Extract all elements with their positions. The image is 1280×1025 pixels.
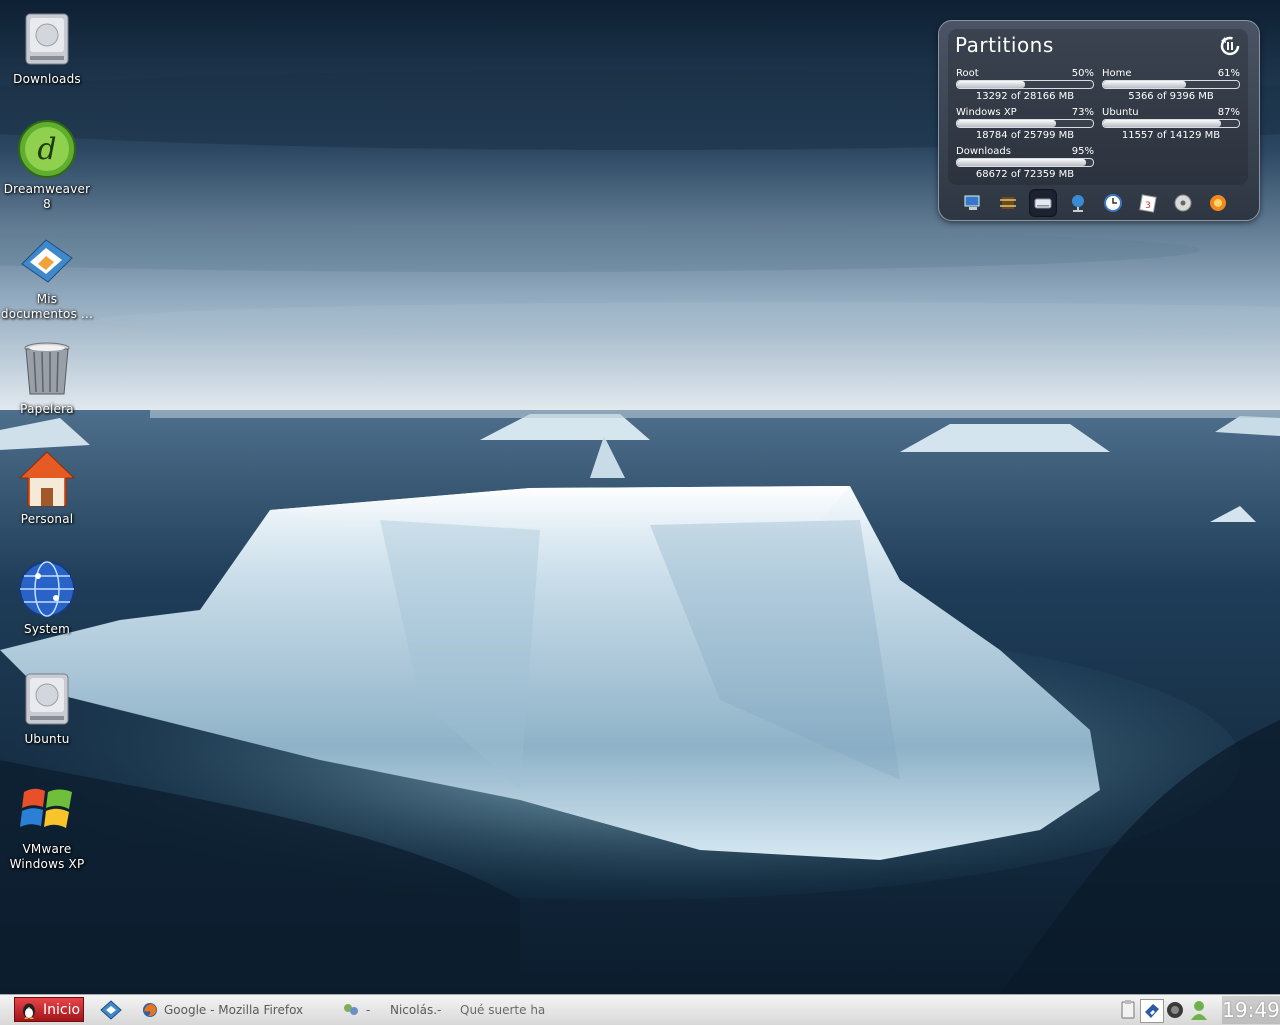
chat-icon	[344, 1004, 358, 1015]
partitions-widget[interactable]: Partitions Root 50% 13292 of 28166 MB Hom…	[938, 20, 1260, 221]
partition-sizes: 18784 of 25799 MB	[975, 130, 1075, 141]
partition-name: Root	[956, 68, 979, 79]
partition-percent: 73%	[1071, 107, 1094, 118]
partition-sizes: 13292 of 28166 MB	[975, 91, 1075, 102]
dock-weather-button[interactable]	[1204, 189, 1232, 217]
taskbar-task-label: Nicolás.-	[390, 1003, 442, 1017]
taskbar: Inicio Google - Mozilla Firefox - Nicolá…	[0, 994, 1280, 1025]
partition-usage-bar	[956, 80, 1094, 89]
taskbar-task-que-suerte[interactable]: Qué suerte ha	[460, 999, 545, 1021]
partition-percent: 95%	[1071, 146, 1094, 157]
svg-text:d: d	[37, 132, 56, 167]
firefox-icon	[143, 1003, 157, 1017]
partition-sizes: 68672 of 72359 MB	[975, 169, 1075, 180]
desktop-icon-ubuntu[interactable]: Ubuntu	[0, 664, 94, 747]
partition-sizes: 11557 of 14129 MB	[1121, 130, 1221, 141]
clipboard-icon[interactable]	[1117, 999, 1139, 1021]
taskbar-task-label: Qué suerte ha	[460, 1003, 546, 1017]
globe-icon	[19, 561, 75, 617]
dock-disc-button[interactable]	[1169, 189, 1197, 217]
partition-usage-bar	[1102, 119, 1240, 128]
partition-windows-xp: Windows XP 73% 18784 of 25799 MB	[956, 107, 1094, 142]
svg-text:3: 3	[1145, 201, 1151, 211]
dock-calendar-button[interactable]: 3	[1134, 189, 1162, 217]
desktop-icon-label: System	[24, 622, 70, 636]
dock-computer-button[interactable]	[959, 189, 987, 217]
desktop-icon-mis-documentos[interactable]: Mis documentos ...	[0, 224, 94, 322]
tux-icon	[23, 1003, 35, 1019]
weather-icon	[1210, 195, 1226, 211]
partition-usage-fill	[1103, 81, 1186, 88]
hard-drive-icon	[25, 13, 69, 65]
partition-sizes: 5366 of 9396 MB	[1128, 91, 1214, 102]
desktop-icon-label: Downloads	[13, 72, 81, 86]
widget-dock: 3	[959, 189, 1249, 217]
partition-percent: 50%	[1071, 68, 1094, 79]
partition-ubuntu: Ubuntu 87% 11557 of 14129 MB	[1102, 107, 1240, 142]
speaker-icon[interactable]	[1164, 999, 1186, 1021]
desktop-icon-label: Mis documentos ...	[0, 292, 94, 321]
trash-icon	[24, 342, 70, 395]
disc-icon	[1174, 194, 1192, 212]
calendar-icon: 3	[1139, 194, 1157, 213]
partition-usage-fill	[957, 120, 1057, 127]
taskbar-task-label: -	[366, 1003, 371, 1017]
partition-usage-fill	[1103, 120, 1222, 127]
taskbar-task-chat[interactable]: -	[342, 999, 370, 1021]
partition-home: Home 61% 5366 of 9396 MB	[1102, 68, 1240, 103]
desktop-icon-label: Papelera	[20, 402, 74, 416]
desktop-icon-vmware-windows-xp[interactable]: VMware Windows XP	[0, 774, 94, 872]
partition-usage-bar	[1102, 80, 1240, 89]
partition-name: Ubuntu	[1102, 107, 1139, 118]
dreamweaver-icon: d	[18, 120, 76, 178]
show-desktop-icon[interactable]	[100, 999, 122, 1021]
network-icon	[1072, 195, 1084, 212]
desktop-icon-label: Personal	[20, 512, 74, 526]
taskbar-clock[interactable]: 19:49	[1222, 996, 1280, 1024]
taskbar-task-nicolas[interactable]: Nicolás.-	[390, 999, 441, 1021]
partition-percent: 87%	[1217, 107, 1240, 118]
partition-usage-fill	[957, 159, 1087, 166]
dock-network-button[interactable]	[1064, 189, 1092, 217]
dock-clock-button[interactable]	[1099, 189, 1127, 217]
drive-icon	[1034, 198, 1052, 209]
documents-folder-icon	[21, 239, 73, 283]
refresh-icon[interactable]	[1219, 35, 1241, 57]
home-icon	[18, 451, 76, 507]
hard-drive-icon	[25, 673, 69, 725]
desktop-icon-label: Dreamweaver 8	[3, 182, 91, 211]
desktop-icon-system[interactable]: System	[0, 554, 94, 637]
computer-icon	[964, 195, 980, 210]
desktop-icon-papelera[interactable]: Papelera	[0, 334, 94, 417]
partition-name: Downloads	[956, 146, 1011, 157]
start-button-label: Inicio	[43, 1001, 81, 1018]
partition-root: Root 50% 13292 of 28166 MB	[956, 68, 1094, 103]
dock-drive-button[interactable]	[1029, 189, 1057, 217]
partition-percent: 61%	[1217, 68, 1240, 79]
partition-usage-bar	[956, 119, 1094, 128]
partition-name: Windows XP	[956, 107, 1017, 118]
start-button[interactable]: Inicio	[14, 997, 84, 1022]
desktop-icon-label: Ubuntu	[24, 732, 70, 746]
partition-name: Home	[1102, 68, 1132, 79]
desktop-icon-personal[interactable]: Personal	[0, 444, 94, 527]
dock-chip-button[interactable]	[994, 189, 1022, 217]
taskbar-task-label: Google - Mozilla Firefox	[164, 1003, 304, 1017]
chip-icon	[1000, 197, 1016, 209]
desktop-icon-downloads[interactable]: Downloads	[0, 4, 94, 87]
clock-icon	[1104, 194, 1122, 212]
tray-app-icon[interactable]	[1140, 999, 1164, 1023]
partition-usage-fill	[957, 81, 1025, 88]
taskbar-task-firefox[interactable]: Google - Mozilla Firefox	[142, 999, 303, 1021]
messenger-buddy-icon[interactable]	[1188, 999, 1210, 1021]
desktop-icon-dreamweaver[interactable]: d Dreamweaver 8	[0, 114, 94, 212]
windows-logo-icon	[20, 788, 72, 828]
partition-downloads: Downloads 95% 68672 of 72359 MB	[956, 146, 1094, 181]
partition-usage-bar	[956, 158, 1094, 167]
widget-title: Partitions	[955, 33, 1054, 57]
desktop-icon-label: VMware Windows XP	[9, 842, 85, 871]
